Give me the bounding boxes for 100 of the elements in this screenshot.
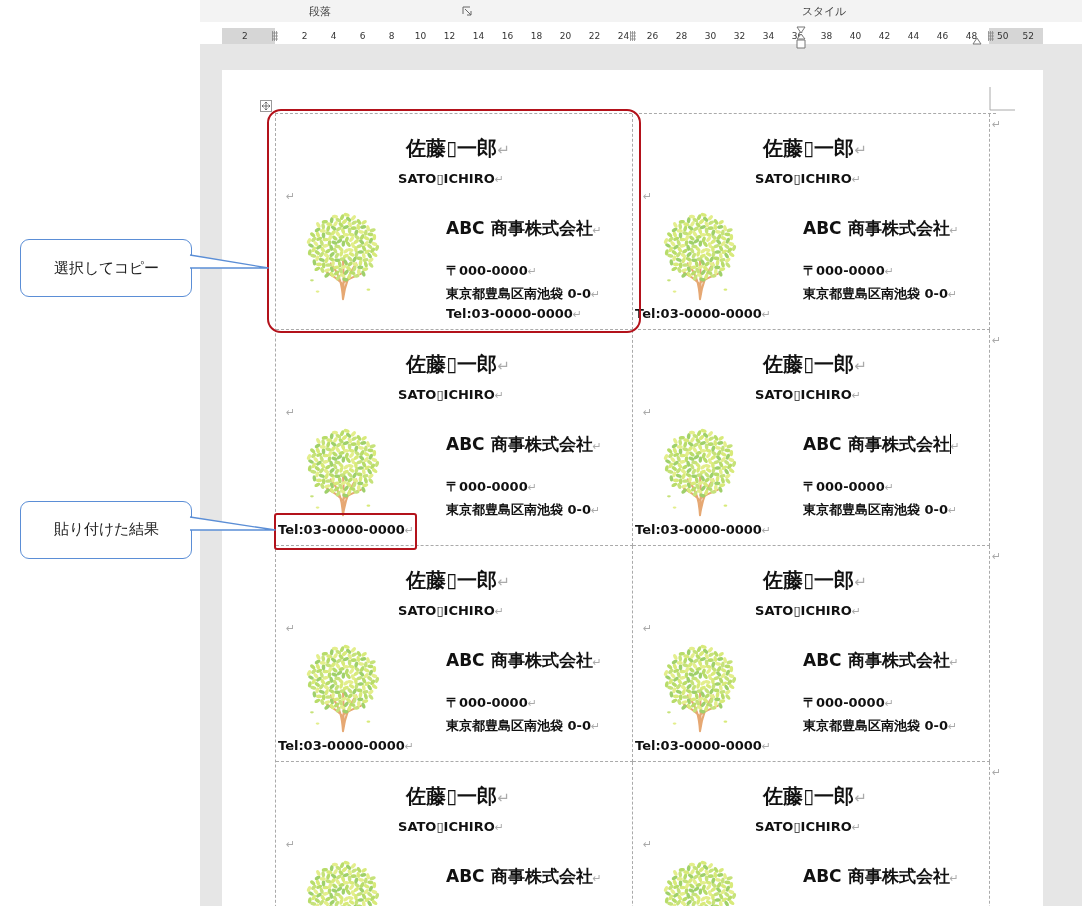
paragraph-mark: ↵ xyxy=(992,118,1002,131)
ruler-number: 50 xyxy=(997,31,1009,41)
ruler-number: 26 xyxy=(646,31,659,41)
paragraph-mark: ↵ xyxy=(854,141,867,159)
paragraph-mark: ↵ xyxy=(884,265,894,278)
paragraph-mark: ↵ xyxy=(572,308,583,321)
company-name: ABC 商事株式会社 xyxy=(803,434,950,454)
paragraph-mark: ↵ xyxy=(948,504,958,517)
ruler-number: 24 xyxy=(617,31,630,41)
address: 東京都豊島区南池袋 0-0 xyxy=(446,286,591,301)
ruler-number: 4 xyxy=(330,31,337,41)
paragraph-mark: ↵ xyxy=(494,821,504,834)
romanized-name: SATO▯ICHIRO xyxy=(755,171,852,186)
paragraph-mark: ↵ xyxy=(949,872,959,885)
person-name: 佐藤▯一郎 xyxy=(406,568,498,592)
paragraph-mark: ↵ xyxy=(948,720,958,733)
callout: 貼り付けた結果 xyxy=(20,500,192,559)
paragraph-mark: ↵ xyxy=(992,766,1002,779)
paragraph-mark: ↵ xyxy=(404,524,415,537)
ruler-number: 12 xyxy=(443,31,456,41)
company-name: ABC 商事株式会社 xyxy=(803,218,950,238)
person-name: 佐藤▯一郎 xyxy=(406,784,498,808)
paragraph-mark: ↵ xyxy=(286,621,297,637)
paragraph-mark: ↵ xyxy=(592,872,602,885)
column-marker-icon[interactable] xyxy=(272,31,278,41)
paragraph-mark: ↵ xyxy=(494,389,504,402)
company-name: ABC 商事株式会社 xyxy=(446,866,593,886)
company-name: ABC 商事株式会社 xyxy=(446,650,593,670)
column-marker-icon[interactable] xyxy=(630,31,636,41)
paragraph-mark: ↵ xyxy=(851,605,861,618)
paragraph-mark: ↵ xyxy=(854,573,867,591)
paragraph-mark: ↵ xyxy=(494,173,504,186)
romanized-name: SATO▯ICHIRO xyxy=(398,819,495,834)
paragraph-mark: ↵ xyxy=(854,357,867,375)
paragraph-mark: ↵ xyxy=(591,720,601,733)
romanized-name: SATO▯ICHIRO xyxy=(398,603,495,618)
ruler-number: 20 xyxy=(559,31,572,41)
paragraph-mark: ↵ xyxy=(948,288,958,301)
paragraph-mark: ↵ xyxy=(884,697,894,710)
paragraph-mark: ↵ xyxy=(761,740,772,753)
paragraph-mark: ↵ xyxy=(286,189,297,205)
paragraph-mark: ↵ xyxy=(949,656,959,669)
callout: 選択してコピー xyxy=(20,239,192,298)
ruler-number: 22 xyxy=(588,31,601,41)
ruler-number: 38 xyxy=(820,31,833,41)
move-handle-icon[interactable] xyxy=(260,100,272,112)
postal-code: 〒000-0000 xyxy=(803,479,885,494)
group-label: スタイル xyxy=(802,3,846,19)
address: 東京都豊島区南池袋 0-0 xyxy=(803,718,948,733)
person-name: 佐藤▯一郎 xyxy=(763,352,855,376)
dialog-launcher-icon[interactable] xyxy=(462,6,472,16)
paragraph-mark: ↵ xyxy=(643,405,654,421)
phone-number: Tel:03-0000-0000 xyxy=(446,306,573,321)
romanized-name: SATO▯ICHIRO xyxy=(398,387,495,402)
ruler-number: 32 xyxy=(733,31,746,41)
paragraph-mark: ↵ xyxy=(592,656,602,669)
paragraph-mark: ↵ xyxy=(761,524,772,537)
paragraph-mark: ↵ xyxy=(992,334,1002,347)
column-marker-icon[interactable] xyxy=(988,31,994,41)
ruler-number: 48 xyxy=(965,31,978,41)
postal-code: 〒000-0000 xyxy=(446,695,528,710)
ruler-number: 2 xyxy=(301,31,308,41)
ruler-number: 10 xyxy=(414,31,427,41)
address: 東京都豊島区南池袋 0-0 xyxy=(803,502,948,517)
company-name: ABC 商事株式会社 xyxy=(446,218,593,238)
postal-code: 〒000-0000 xyxy=(446,479,528,494)
paragraph-mark: ↵ xyxy=(527,265,537,278)
paragraph-mark: ↵ xyxy=(950,440,960,453)
paragraph-mark: ↵ xyxy=(851,821,861,834)
romanized-name: SATO▯ICHIRO xyxy=(755,387,852,402)
phone-number: Tel:03-0000-0000 xyxy=(278,738,405,753)
person-name: 佐藤▯一郎 xyxy=(763,784,855,808)
paragraph-mark: ↵ xyxy=(854,789,867,807)
phone-number: Tel:03-0000-0000 xyxy=(278,522,405,537)
paragraph-mark: ↵ xyxy=(643,837,654,853)
ruler-number: 30 xyxy=(704,31,717,41)
postal-code: 〒000-0000 xyxy=(446,263,528,278)
ruler-number: 8 xyxy=(388,31,395,41)
group-label: 段落 xyxy=(308,3,332,19)
paragraph-mark: ↵ xyxy=(591,288,601,301)
paragraph-mark: ↵ xyxy=(592,224,602,237)
ruler-number: 18 xyxy=(530,31,543,41)
paragraph-mark: ↵ xyxy=(494,605,504,618)
ruler-number: 34 xyxy=(762,31,775,41)
phone-number: Tel:03-0000-0000 xyxy=(635,738,762,753)
paragraph-mark: ↵ xyxy=(592,440,602,453)
ruler-number: 46 xyxy=(936,31,949,41)
paragraph-mark: ↵ xyxy=(404,740,415,753)
person-name: 佐藤▯一郎 xyxy=(406,136,498,160)
ruler-number: 40 xyxy=(849,31,862,41)
person-name: 佐藤▯一郎 xyxy=(763,136,855,160)
ruler-number: 28 xyxy=(675,31,688,41)
ruler-number: 42 xyxy=(878,31,891,41)
paragraph-mark: ↵ xyxy=(497,357,510,375)
paragraph-mark: ↵ xyxy=(643,621,654,637)
paragraph-mark: ↵ xyxy=(527,481,537,494)
company-name: ABC 商事株式会社 xyxy=(446,434,593,454)
paragraph-mark: ↵ xyxy=(761,308,772,321)
ruler-number: 2 xyxy=(242,31,248,41)
romanized-name: SATO▯ICHIRO xyxy=(755,603,852,618)
